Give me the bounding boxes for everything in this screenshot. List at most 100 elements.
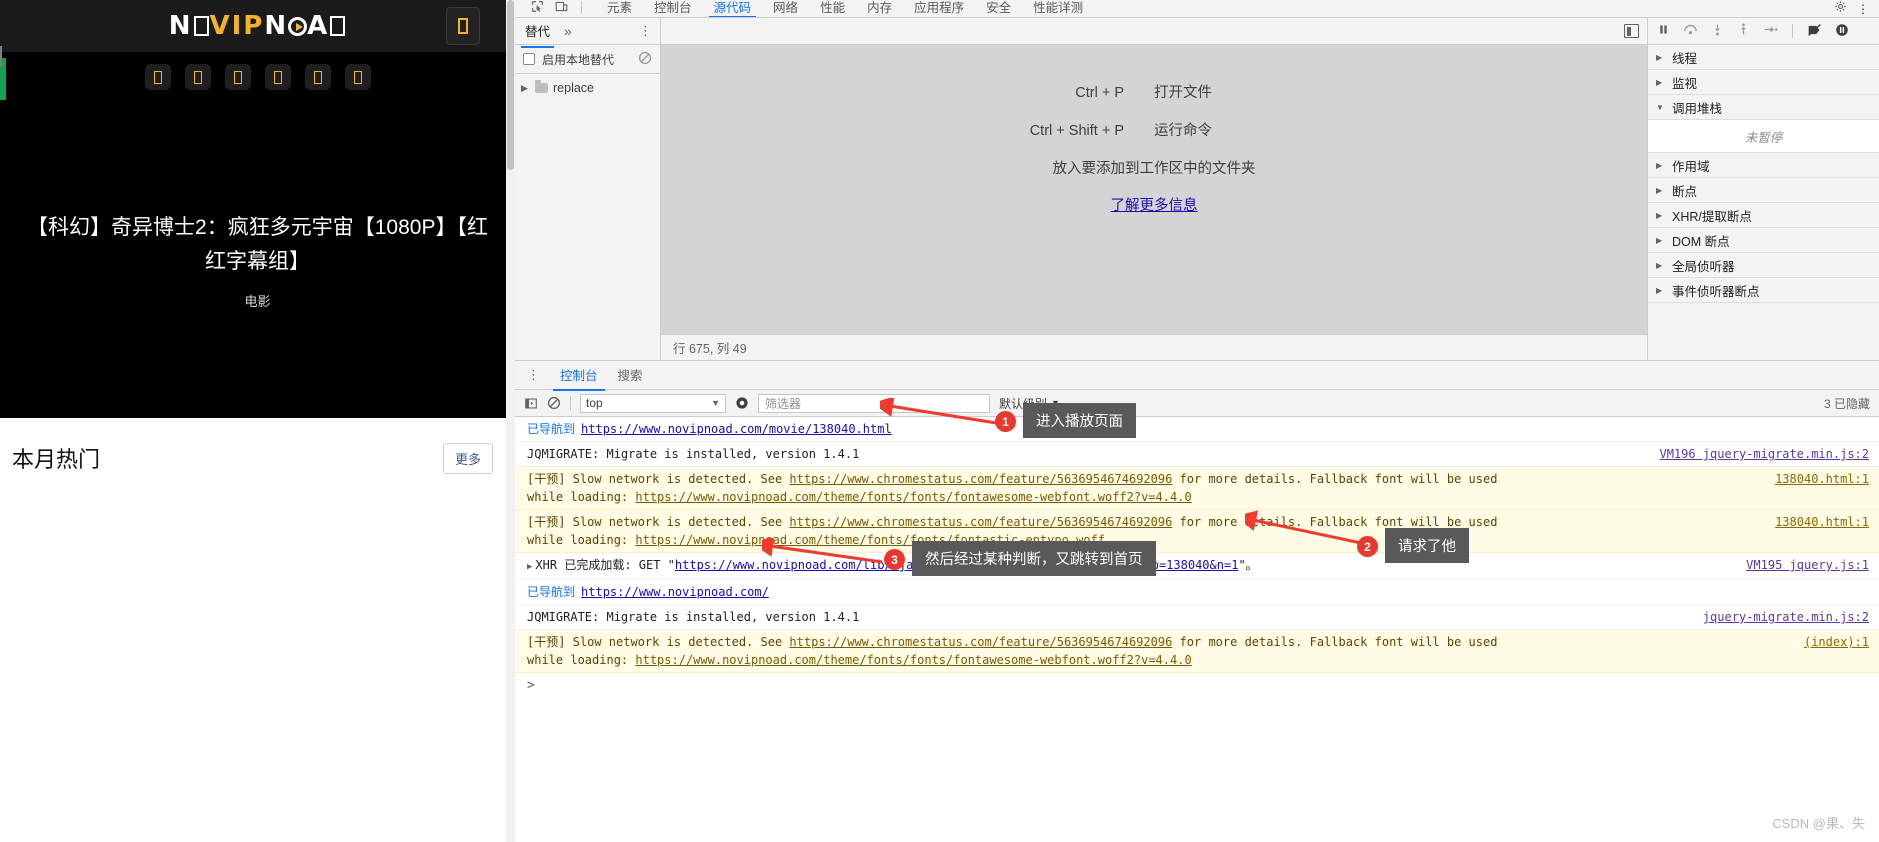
device-toolbar-icon[interactable]	[555, 0, 568, 16]
tree-item-replace[interactable]: ▶ replace	[515, 79, 660, 97]
nav-chip[interactable]	[184, 64, 211, 90]
debug-section-threads[interactable]: ▶ 线程	[1648, 45, 1879, 70]
nav-chip[interactable]	[144, 64, 171, 90]
tab-network[interactable]: 网络	[762, 1, 809, 17]
chevron-right-icon: ▶	[1656, 285, 1663, 295]
website-preview: N VIPN A 【科幻】奇异博士2：疯狂多元宇宙【1080P】【红 红字幕组】 电…	[0, 0, 515, 842]
enable-local-overrides-checkbox[interactable]	[523, 53, 535, 65]
console-message-log[interactable]: JQMIGRATE: Migrate is installed, version…	[515, 442, 1879, 467]
show-navigator-icon[interactable]	[1624, 24, 1639, 38]
site-menu-button[interactable]	[446, 7, 480, 45]
tab-lighthouse[interactable]: 性能详测	[1022, 1, 1094, 17]
tree-item-label: replace	[553, 81, 594, 95]
navigator-more-icon[interactable]: ⋮	[639, 23, 652, 39]
debug-section-breakpoints[interactable]: ▶ 断点	[1648, 178, 1879, 203]
devtools-more-icon[interactable]: ⋮	[1857, 2, 1869, 16]
clear-overrides-icon[interactable]	[638, 51, 652, 68]
tab-performance[interactable]: 性能	[809, 1, 856, 17]
console-sidebar-icon[interactable]	[524, 397, 538, 410]
settings-gear-icon[interactable]	[1834, 0, 1847, 16]
console-message-list[interactable]: 已导航到 https://www.novipnoad.com/movie/1380…	[515, 417, 1879, 842]
debug-section-label: XHR/提取断点	[1672, 209, 1752, 224]
console-message-warning[interactable]: [干预] Slow network is detected. See https…	[515, 467, 1879, 510]
site-scrollbar[interactable]	[506, 0, 515, 842]
drawer-more-icon[interactable]: ⋮	[527, 367, 540, 383]
console-message-log[interactable]: JQMIGRATE: Migrate is installed, version…	[515, 605, 1879, 630]
console-message-body: [干预] Slow network is detected. See https…	[527, 633, 1792, 669]
learn-more-link[interactable]: 了解更多信息	[661, 194, 1647, 215]
navigation-url-link[interactable]: https://www.novipnoad.com/movie/138040.h…	[581, 422, 892, 436]
console-message-warning[interactable]: [干预] Slow network is detected. See https…	[515, 510, 1879, 553]
navigation-url-link[interactable]: https://www.novipnoad.com/	[581, 585, 769, 599]
deactivate-breakpoints-icon[interactable]	[1807, 23, 1822, 40]
chevron-right-icon: ▶	[1656, 77, 1663, 87]
console-message-source[interactable]: 138040.html:1	[1763, 513, 1869, 531]
tab-console[interactable]: 控制台	[643, 1, 703, 17]
tab-sources[interactable]: 源代码	[703, 1, 763, 17]
warning-prefix: [干预] Slow network is detected. See	[527, 472, 790, 486]
console-message-body: 已导航到 https://www.novipnoad.com/	[527, 583, 1869, 601]
drawer-tab-search[interactable]: 搜索	[616, 359, 645, 391]
warning-link-chromestatus[interactable]: https://www.chromestatus.com/feature/563…	[789, 635, 1172, 649]
navigator-overflow-icon[interactable]: »	[564, 23, 572, 39]
debug-section-watch[interactable]: ▶ 监视	[1648, 70, 1879, 95]
nav-chip[interactable]	[344, 64, 371, 90]
console-filter-input[interactable]: 筛选器	[758, 393, 990, 413]
pause-icon[interactable]	[1657, 23, 1670, 39]
warning-link-font[interactable]: https://www.novipnoad.com/theme/fonts/fo…	[635, 653, 1191, 667]
console-message-navigation[interactable]: 已导航到 https://www.novipnoad.com/movie/1380…	[515, 417, 1879, 442]
nav-chip[interactable]	[264, 64, 291, 90]
navigator-tab-overrides[interactable]: 替代	[520, 21, 555, 48]
console-message-source[interactable]: (index):1	[1792, 633, 1869, 651]
warning-link-chromestatus[interactable]: https://www.chromestatus.com/feature/563…	[789, 515, 1172, 529]
debug-section-label: 事件侦听器断点	[1672, 284, 1760, 299]
console-context-selector[interactable]: top ▼	[580, 393, 726, 413]
nav-chip-icon	[233, 70, 242, 84]
green-side-tab[interactable]	[0, 46, 6, 100]
console-message-source[interactable]: VM195 jquery.js:1	[1734, 556, 1869, 574]
debug-section-callstack[interactable]: ▼ 调用堆栈	[1648, 95, 1879, 120]
console-message-source[interactable]: 138040.html:1	[1763, 470, 1869, 488]
debug-section-label: 调用堆栈	[1672, 101, 1723, 116]
debug-section-dom-breakpoints[interactable]: ▶ DOM 断点	[1648, 228, 1879, 253]
tab-security[interactable]: 安全	[975, 1, 1022, 17]
console-message-body: JQMIGRATE: Migrate is installed, version…	[527, 447, 860, 461]
chevron-right-icon[interactable]: ▶	[521, 83, 530, 94]
nav-chip[interactable]	[224, 64, 251, 90]
debug-section-xhr-breakpoints[interactable]: ▶ XHR/提取断点	[1648, 203, 1879, 228]
step-over-icon[interactable]	[1683, 23, 1698, 39]
site-scrollbar-thumb[interactable]	[507, 0, 514, 170]
step-icon[interactable]	[1763, 23, 1778, 39]
annotation-badge-1: 1	[995, 411, 1016, 432]
warning-prefix: [干预] Slow network is detected. See	[527, 635, 790, 649]
step-out-icon[interactable]	[1737, 23, 1750, 39]
more-button[interactable]: 更多	[442, 442, 493, 474]
debug-section-scope[interactable]: ▶ 作用域	[1648, 153, 1879, 178]
tab-elements[interactable]: 元素	[596, 1, 643, 17]
debug-section-label: 全局侦听器	[1672, 259, 1735, 274]
pause-on-exceptions-icon[interactable]	[1835, 23, 1849, 40]
chevron-right-icon: ▶	[1656, 185, 1663, 195]
editor-status-bar: 行 675, 列 49	[661, 334, 1647, 360]
debug-section-event-listener-breakpoints[interactable]: ▶ 事件侦听器断点	[1648, 278, 1879, 303]
console-settings-eye-icon[interactable]	[735, 396, 749, 410]
console-message-xhr[interactable]: ▶XHR 已完成加载: GET "https://www.novipnoad.c…	[515, 553, 1879, 580]
expand-triangle-icon[interactable]: ▶	[527, 562, 532, 572]
console-prompt[interactable]: >	[515, 673, 1879, 698]
tab-memory[interactable]: 内存	[856, 1, 903, 17]
inspect-element-icon[interactable]	[531, 0, 544, 16]
site-logo[interactable]: N VIPN A	[169, 11, 347, 41]
hero-banner: 【科幻】奇异博士2：疯狂多元宇宙【1080P】【红 红字幕组】 电影	[0, 102, 515, 418]
console-message-source[interactable]: VM196 jquery-migrate.min.js:2	[1647, 445, 1869, 463]
nav-chip[interactable]	[304, 64, 331, 90]
tab-application[interactable]: 应用程序	[903, 1, 975, 17]
warning-link-chromestatus[interactable]: https://www.chromestatus.com/feature/563…	[789, 472, 1172, 486]
drawer-tab-console[interactable]: 控制台	[553, 359, 604, 391]
warning-link-font[interactable]: https://www.novipnoad.com/theme/fonts/fo…	[635, 490, 1191, 504]
console-message-source[interactable]: jquery-migrate.min.js:2	[1691, 608, 1869, 626]
debug-section-global-listeners[interactable]: ▶ 全局侦听器	[1648, 253, 1879, 278]
clear-console-icon[interactable]	[547, 396, 561, 410]
console-message-warning[interactable]: [干预] Slow network is detected. See https…	[515, 630, 1879, 673]
step-into-icon[interactable]	[1711, 23, 1724, 39]
console-message-navigation[interactable]: 已导航到 https://www.novipnoad.com/	[515, 580, 1879, 605]
